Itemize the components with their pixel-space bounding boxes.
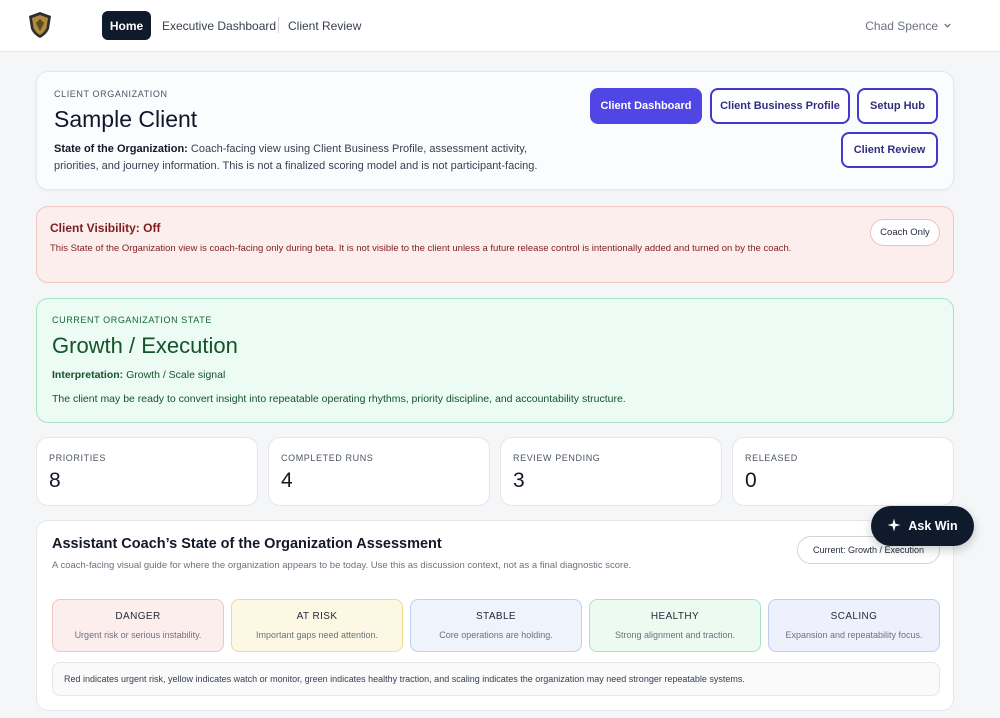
level-name: STABLE <box>475 611 516 622</box>
setup-hub-button[interactable]: Setup Hub <box>857 88 938 124</box>
level-name: DANGER <box>115 611 161 622</box>
level-danger: DANGER Urgent risk or serious instabilit… <box>52 599 224 652</box>
metric-label: COMPLETED RUNS <box>281 453 374 463</box>
user-menu[interactable]: Chad Spence <box>865 11 952 40</box>
org-desc-label: State of the Organization: <box>54 143 188 155</box>
ask-win-button[interactable]: Ask Win <box>871 506 974 546</box>
current-state-card: CURRENT ORGANIZATION STATE Growth / Exec… <box>36 298 954 423</box>
org-name: Sample Client <box>54 106 198 132</box>
metric-label: PRIORITIES <box>49 453 107 463</box>
visibility-text: This State of the Organization view is c… <box>50 243 792 254</box>
user-name: Chad Spence <box>865 18 938 33</box>
interp-value: Growth / Scale signal <box>123 369 226 381</box>
level-at-risk: AT RISK Important gaps need attention. <box>231 599 403 652</box>
nav-client-review-link[interactable]: Client Review <box>288 11 361 40</box>
metric-card-completed-runs: COMPLETED RUNS 4 <box>268 437 490 506</box>
top-nav-bar: Home Executive Dashboard Client Review C… <box>0 0 1000 52</box>
metric-label: RELEASED <box>745 453 798 463</box>
level-desc: Urgent risk or serious instability. <box>74 630 202 640</box>
level-name: SCALING <box>830 611 878 622</box>
metric-card-released: RELEASED 0 <box>732 437 954 506</box>
nav-executive-dashboard-link[interactable]: Executive Dashboard <box>162 11 276 40</box>
client-business-profile-button[interactable]: Client Business Profile <box>710 88 850 124</box>
state-interpretation: Interpretation: Growth / Scale signal <box>52 369 225 381</box>
coach-only-badge: Coach Only <box>870 219 940 246</box>
metric-value: 3 <box>513 469 525 492</box>
metric-label: REVIEW PENDING <box>513 453 601 463</box>
metric-card-priorities: PRIORITIES 8 <box>36 437 258 506</box>
client-organization-card: CLIENT ORGANIZATION Sample Client State … <box>36 71 954 190</box>
nav-divider <box>278 17 279 33</box>
nav-home-button[interactable]: Home <box>102 11 151 40</box>
level-scaling: SCALING Expansion and repeatability focu… <box>768 599 940 652</box>
metric-card-review-pending: REVIEW PENDING 3 <box>500 437 722 506</box>
interp-label: Interpretation: <box>52 369 124 381</box>
level-stable: STABLE Core operations are holding. <box>410 599 582 652</box>
client-visibility-alert: Client Visibility: Off This State of the… <box>36 206 954 283</box>
level-healthy: HEALTHY Strong alignment and traction. <box>589 599 761 652</box>
state-title: Growth / Execution <box>52 333 238 358</box>
level-name: HEALTHY <box>650 611 700 622</box>
level-desc: Strong alignment and traction. <box>614 630 736 640</box>
state-eyebrow: CURRENT ORGANIZATION STATE <box>52 315 212 325</box>
org-eyebrow: CLIENT ORGANIZATION <box>54 89 168 99</box>
client-dashboard-button[interactable]: Client Dashboard <box>590 88 702 124</box>
level-desc: Important gaps need attention. <box>255 630 379 640</box>
ask-win-label: Ask Win <box>908 519 958 533</box>
state-description: The client may be ready to convert insig… <box>52 393 626 405</box>
chevron-down-icon <box>943 19 952 33</box>
shield-logo-icon[interactable] <box>27 11 53 39</box>
assessment-card: Assistant Coach’s State of the Organizat… <box>36 520 954 711</box>
metric-value: 0 <box>745 469 757 492</box>
org-description: State of the Organization: Coach-facing … <box>54 141 574 175</box>
client-review-button[interactable]: Client Review <box>841 132 938 168</box>
level-name: AT RISK <box>296 611 338 622</box>
visibility-title: Client Visibility: Off <box>50 221 161 235</box>
level-desc: Expansion and repeatability focus. <box>785 630 923 640</box>
assessment-legend: Red indicates urgent risk, yellow indica… <box>52 662 940 696</box>
level-desc: Core operations are holding. <box>439 630 553 640</box>
metric-value: 8 <box>49 469 61 492</box>
assessment-title: Assistant Coach’s State of the Organizat… <box>52 536 442 552</box>
assessment-subtitle: A coach-facing visual guide for where th… <box>52 560 632 571</box>
sparkle-icon <box>887 518 901 535</box>
metric-value: 4 <box>281 469 293 492</box>
